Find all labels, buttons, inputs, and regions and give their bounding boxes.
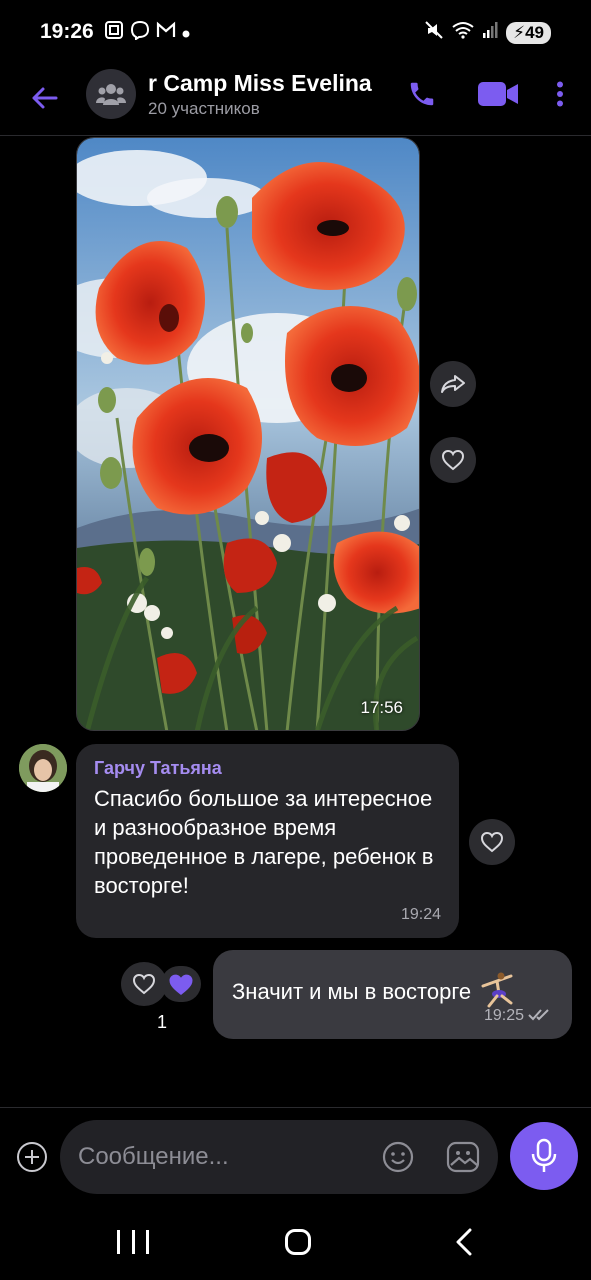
sticker-button[interactable] [445, 1139, 481, 1175]
sticker-icon [446, 1141, 480, 1173]
message-text: Спасибо большое за интересное и разнообр… [94, 786, 434, 898]
wifi-icon [452, 21, 474, 44]
image-message[interactable]: 17:56 [76, 137, 420, 731]
video-call-button[interactable] [474, 76, 522, 112]
more-options-button[interactable] [548, 76, 572, 112]
status-notification-icons [104, 20, 190, 46]
status-bar: 19:26 ⚡49 [0, 0, 591, 64]
voice-message-button[interactable] [510, 1122, 578, 1190]
heart-outline-icon [441, 449, 465, 471]
chevron-left-icon [456, 1228, 472, 1256]
attach-button[interactable] [15, 1140, 49, 1174]
sender-name[interactable]: Гарчу Татьяна [94, 758, 222, 779]
recent-apps-button[interactable] [117, 1230, 149, 1258]
home-button[interactable] [285, 1229, 311, 1255]
group-icon [96, 84, 126, 105]
plus-circle-icon [17, 1142, 47, 1172]
gmail-icon [156, 21, 176, 45]
message-input[interactable] [78, 1140, 368, 1174]
reaction-count[interactable]: 1 [157, 1012, 167, 1033]
back-button[interactable] [24, 78, 64, 118]
arrow-left-icon [32, 87, 58, 109]
share-arrow-icon [441, 375, 465, 393]
viber-icon [130, 20, 150, 46]
heart-filled-icon [169, 974, 193, 995]
screenshot-icon [104, 20, 124, 46]
participants-count[interactable]: 20 участников [148, 99, 260, 119]
message-timestamp: 19:25 [483, 1007, 524, 1024]
forward-button[interactable] [430, 361, 476, 407]
signal-icon [482, 21, 498, 44]
group-avatar[interactable] [86, 69, 136, 119]
message-text-wrap: Значит и мы в восторге [232, 972, 517, 1014]
heart-outline-icon [480, 831, 504, 853]
microphone-icon [531, 1138, 557, 1172]
system-navigation-bar [0, 1210, 591, 1280]
composer-divider [0, 1107, 591, 1108]
poppies-painting-image [77, 138, 419, 730]
smiley-icon [382, 1141, 414, 1173]
battery-level: 49 [525, 22, 544, 42]
heart-outline-icon [132, 973, 156, 995]
chat-title[interactable]: r Camp Miss Evelina [148, 70, 388, 97]
nav-back-button[interactable] [452, 1227, 476, 1257]
liked-reaction[interactable] [161, 966, 201, 1002]
message-text: Значит и мы в восторге [232, 978, 472, 1004]
incoming-message[interactable]: Гарчу Татьяна Спасибо большое за интерес… [76, 744, 459, 938]
outgoing-message[interactable]: Значит и мы в восторге 19:25 [213, 950, 572, 1039]
message-timestamp: 19:24 [400, 906, 441, 923]
sender-avatar[interactable] [19, 744, 67, 792]
dot-icon [182, 22, 190, 44]
message-reactions[interactable] [121, 962, 201, 1006]
emoji-button[interactable] [380, 1139, 416, 1175]
like-message-button[interactable] [469, 819, 515, 865]
phone-icon [410, 82, 434, 106]
like-image-button[interactable] [430, 437, 476, 483]
video-camera-icon [478, 82, 518, 106]
voice-call-button[interactable] [404, 76, 440, 112]
chat-header: r Camp Miss Evelina 20 участников [0, 64, 591, 136]
message-input-container [60, 1120, 498, 1194]
more-vertical-icon [557, 81, 563, 107]
status-right: ⚡49 [424, 20, 551, 45]
mute-icon [424, 20, 444, 45]
avatar-photo [19, 744, 67, 792]
status-time: 19:26 [40, 20, 94, 43]
battery-indicator: ⚡49 [506, 21, 551, 44]
image-timestamp: 17:56 [360, 698, 403, 717]
read-receipt-icon [528, 1008, 554, 1027]
